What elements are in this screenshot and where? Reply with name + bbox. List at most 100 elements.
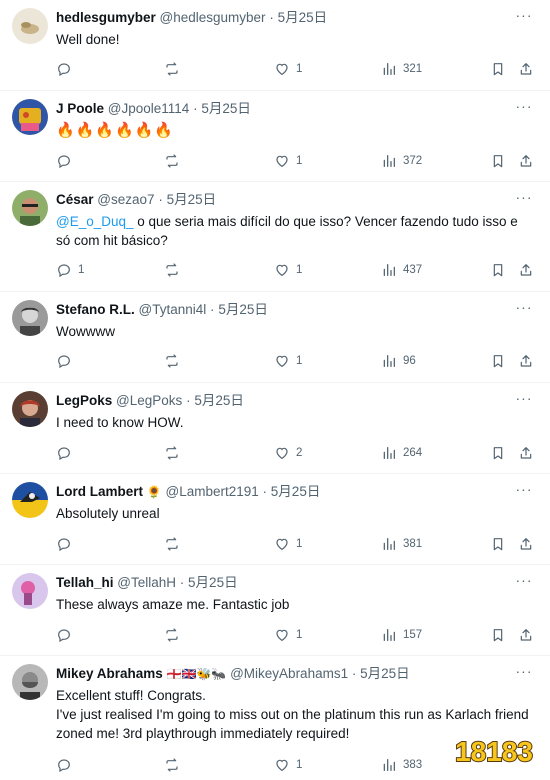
- bookmark-button[interactable]: [490, 534, 506, 554]
- views-button[interactable]: 437: [381, 260, 422, 280]
- more-icon[interactable]: ···: [514, 573, 534, 592]
- post-date[interactable]: 5月25日: [271, 484, 321, 499]
- retweet-button[interactable]: [164, 755, 180, 775]
- avatar[interactable]: [12, 8, 48, 44]
- post-date[interactable]: 5月25日: [188, 575, 238, 590]
- display-name[interactable]: Tellah_hi: [56, 575, 114, 590]
- share-button[interactable]: [518, 534, 534, 554]
- reply-item[interactable]: hedlesgumyber @hedlesgumyber · 5月25日 ···…: [0, 0, 550, 91]
- bookmark-button[interactable]: [490, 151, 506, 171]
- views-button[interactable]: 96: [381, 351, 416, 371]
- avatar[interactable]: [12, 482, 48, 518]
- views-button[interactable]: 321: [381, 59, 422, 79]
- more-icon[interactable]: ···: [514, 190, 534, 209]
- views-button[interactable]: 383: [381, 755, 422, 775]
- user-handle[interactable]: @hedlesgumyber: [160, 10, 266, 25]
- display-name[interactable]: hedlesgumyber: [56, 10, 156, 25]
- user-handle[interactable]: @MikeyAbrahams1: [230, 666, 348, 681]
- reply-item[interactable]: Lord Lambert 🌻 @Lambert2191 · 5月25日 ··· …: [0, 474, 550, 565]
- share-button[interactable]: [518, 351, 534, 371]
- post-date[interactable]: 5月25日: [360, 666, 410, 681]
- display-name[interactable]: LegPoks: [56, 393, 112, 408]
- like-button[interactable]: 1: [274, 755, 302, 775]
- post-date[interactable]: 5月25日: [218, 302, 268, 317]
- like-button[interactable]: 1: [274, 625, 302, 645]
- reply-button[interactable]: [56, 151, 78, 171]
- more-icon[interactable]: ···: [514, 99, 534, 118]
- reply-button[interactable]: [56, 443, 78, 463]
- bookmark-button[interactable]: [490, 443, 506, 463]
- reply-button[interactable]: 1: [56, 260, 84, 280]
- views-button[interactable]: 372: [381, 151, 422, 171]
- retweet-button[interactable]: [164, 443, 180, 463]
- user-handle[interactable]: @Jpoole1114: [108, 101, 190, 116]
- post-date[interactable]: 5月25日: [278, 10, 328, 25]
- reply-item[interactable]: Tellah_hi @TellahH · 5月25日 ··· These alw…: [0, 565, 550, 656]
- avatar[interactable]: [12, 573, 48, 609]
- avatar[interactable]: [12, 391, 48, 427]
- more-icon[interactable]: ···: [514, 664, 534, 683]
- like-button[interactable]: 1: [274, 59, 302, 79]
- views-button[interactable]: 264: [381, 443, 422, 463]
- retweet-button[interactable]: [164, 351, 180, 371]
- retweet-button[interactable]: [164, 151, 180, 171]
- retweet-button[interactable]: [164, 59, 180, 79]
- more-icon[interactable]: ···: [514, 300, 534, 319]
- display-name[interactable]: Mikey Abrahams: [56, 666, 163, 681]
- bookmark-button[interactable]: [490, 351, 506, 371]
- bookmark-button[interactable]: [490, 625, 506, 645]
- share-button[interactable]: [518, 59, 534, 79]
- user-handle[interactable]: @sezao7: [97, 192, 154, 207]
- display-name[interactable]: Stefano R.L.: [56, 302, 135, 317]
- views-button[interactable]: 381: [381, 534, 422, 554]
- like-button[interactable]: 1: [274, 151, 302, 171]
- user-handle[interactable]: @LegPoks: [116, 393, 182, 408]
- reply-item[interactable]: Stefano R.L. @Tytanni4l · 5月25日 ··· Woww…: [0, 292, 550, 383]
- like-button[interactable]: 2: [274, 443, 302, 463]
- post-date[interactable]: 5月25日: [167, 192, 217, 207]
- reply-button[interactable]: [56, 351, 78, 371]
- like-button[interactable]: 1: [274, 260, 302, 280]
- bookmark-button[interactable]: [490, 59, 506, 79]
- reply-item[interactable]: J Poole @Jpoole1114 · 5月25日 ··· 🔥🔥🔥🔥🔥🔥 1…: [0, 91, 550, 182]
- bookmark-button[interactable]: [490, 260, 506, 280]
- reply-button[interactable]: [56, 59, 78, 79]
- display-name[interactable]: Lord Lambert: [56, 484, 143, 499]
- reply-item[interactable]: LegPoks @LegPoks · 5月25日 ··· I need to k…: [0, 383, 550, 474]
- more-icon[interactable]: ···: [514, 391, 534, 410]
- views-icon: [383, 759, 395, 771]
- views-button[interactable]: 157: [381, 625, 422, 645]
- post-date[interactable]: 5月25日: [194, 393, 244, 408]
- retweet-button[interactable]: [164, 534, 180, 554]
- avatar[interactable]: [12, 664, 48, 700]
- share-button[interactable]: [518, 625, 534, 645]
- user-handle[interactable]: @Lambert2191: [166, 484, 259, 499]
- name-emoji: 🏴󠁧󠁢󠁥󠁮󠁧󠁿🇬🇧🐝🐜: [166, 667, 227, 681]
- reply-button[interactable]: [56, 755, 78, 775]
- post-date[interactable]: 5月25日: [201, 101, 251, 116]
- share-button[interactable]: [518, 151, 534, 171]
- bookmark-icon: [493, 63, 503, 76]
- reply-item[interactable]: César @sezao7 · 5月25日 ··· @E_o_Duq_ o qu…: [0, 182, 550, 292]
- share-button[interactable]: [518, 260, 534, 280]
- reply-button[interactable]: [56, 534, 78, 554]
- separator-dot: ·: [193, 101, 198, 116]
- avatar[interactable]: [12, 190, 48, 226]
- avatar[interactable]: [12, 99, 48, 135]
- like-button[interactable]: 1: [274, 351, 302, 371]
- separator-dot: ·: [186, 393, 191, 408]
- reply-button[interactable]: [56, 625, 78, 645]
- more-icon[interactable]: ···: [514, 8, 534, 27]
- more-icon[interactable]: ···: [514, 482, 534, 501]
- share-button[interactable]: [518, 443, 534, 463]
- display-name[interactable]: J Poole: [56, 101, 104, 116]
- mention-link[interactable]: @E_o_Duq_: [56, 214, 134, 229]
- like-button[interactable]: 1: [274, 534, 302, 554]
- heart-icon: [276, 629, 288, 642]
- retweet-button[interactable]: [164, 625, 180, 645]
- user-handle[interactable]: @TellahH: [117, 575, 176, 590]
- user-handle[interactable]: @Tytanni4l: [139, 302, 207, 317]
- display-name[interactable]: César: [56, 192, 94, 207]
- avatar[interactable]: [12, 300, 48, 336]
- retweet-button[interactable]: [164, 260, 180, 280]
